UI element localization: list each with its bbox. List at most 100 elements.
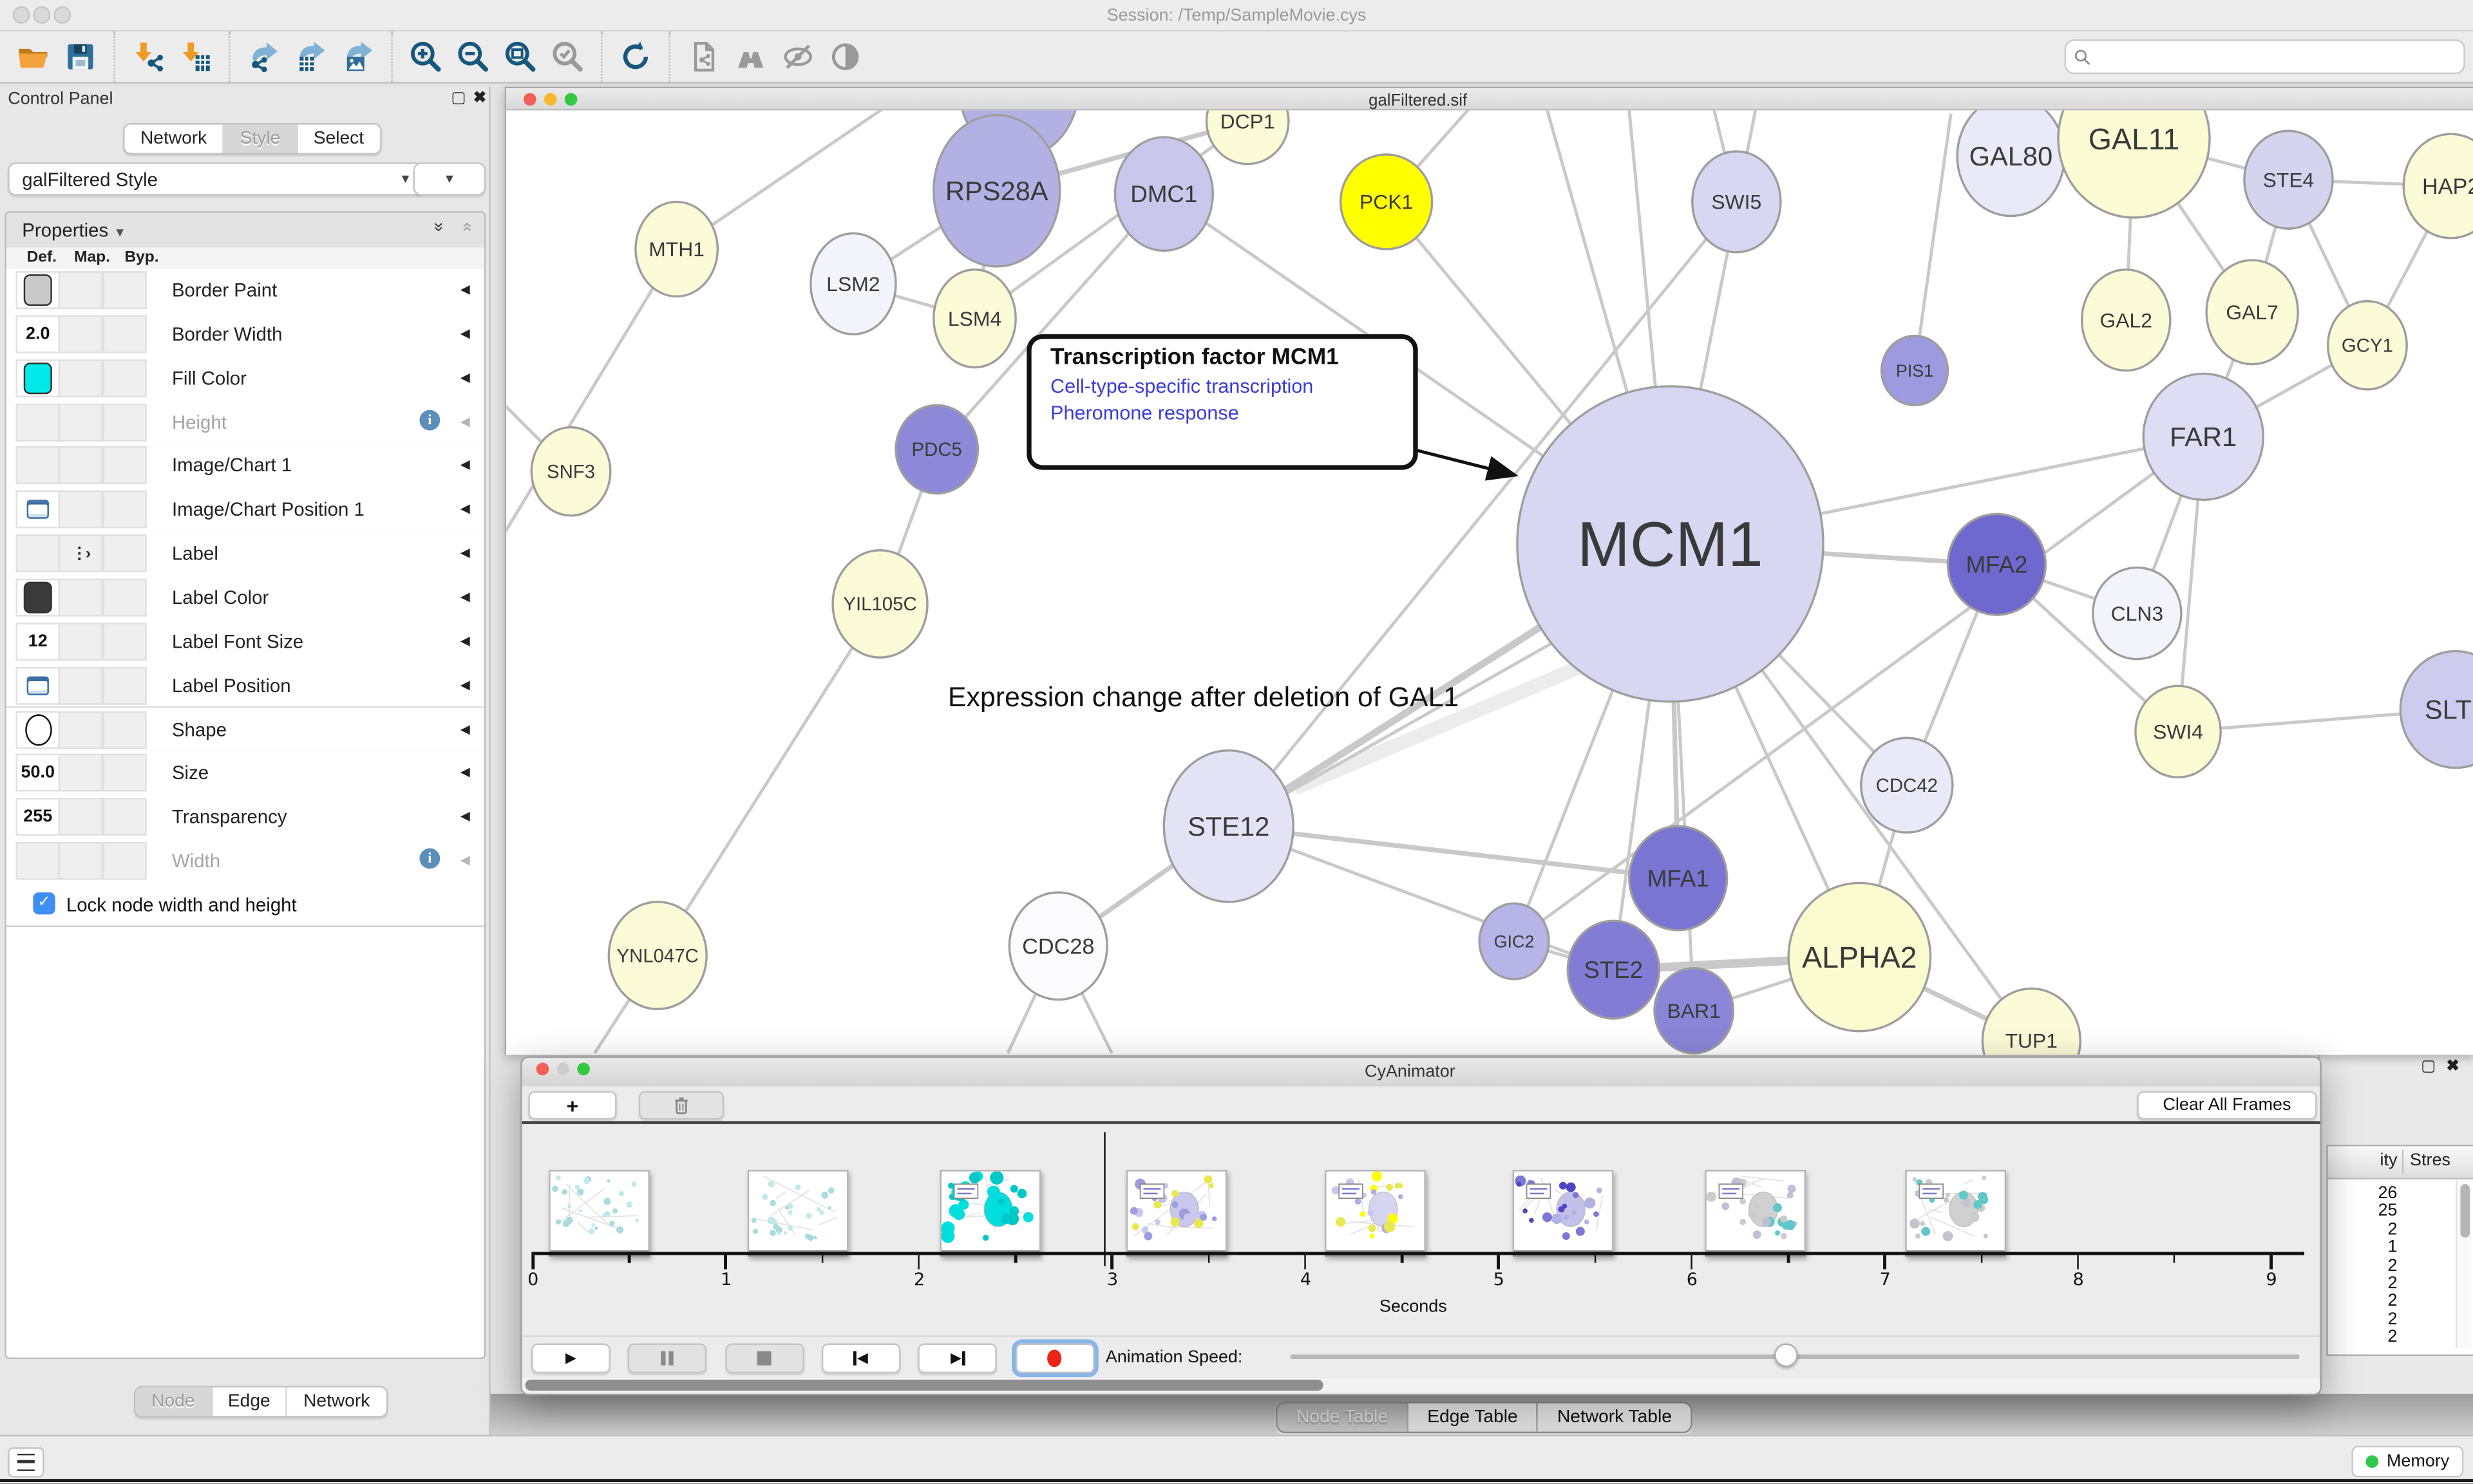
tab-node-table[interactable]: Node Table [1278,1404,1408,1432]
default-value-cell[interactable] [15,579,60,617]
skip-start-button[interactable]: ◀ [822,1344,900,1374]
bypass-cell[interactable] [102,798,147,836]
bypass-cell[interactable] [102,403,147,441]
mapping-cell[interactable] [59,623,103,661]
default-value-cell[interactable] [15,710,60,748]
mapping-cell[interactable] [59,710,103,748]
info-icon[interactable]: i [419,409,440,430]
style-selector[interactable]: galFiltered Style ▼ [8,162,426,195]
tab-node[interactable]: Node [136,1387,213,1416]
mapping-cell[interactable] [59,798,103,836]
export-network-icon[interactable] [240,36,287,77]
minimize-window-icon[interactable] [544,92,557,105]
timeline-playhead[interactable] [1104,1132,1106,1266]
property-row-label-font-size[interactable]: 12Label Font Size◀ [6,619,484,665]
default-value-cell[interactable]: 50.0 [15,754,60,792]
tab-network[interactable]: Network [288,1387,386,1416]
property-row-transparency[interactable]: 255Transparency◀ [6,795,484,841]
property-row-height[interactable]: Heighti◀ [6,400,484,446]
bypass-cell[interactable] [102,447,147,485]
table-scrollbar[interactable] [2456,1181,2471,1348]
find-icon[interactable] [727,36,774,77]
default-value-cell[interactable] [15,491,60,529]
expand-property-icon[interactable]: ◀ [460,809,470,823]
expand-property-icon[interactable]: ◀ [460,458,470,472]
pause-button[interactable] [628,1344,706,1374]
frame-thumbnail-4[interactable] [1325,1170,1426,1257]
close-window-icon[interactable] [524,92,536,105]
network-canvas[interactable]: DCP1RPS28ADMC1PCK1SWI5GAL80GAL11STE4HAP2… [506,110,2473,1055]
property-row-label-position[interactable]: Label Position◀ [6,663,484,709]
property-row-label-color[interactable]: Label Color◀ [6,576,484,621]
expand-property-icon[interactable]: ◀ [460,370,470,384]
open-session-icon[interactable] [10,36,57,77]
default-value-cell[interactable] [15,271,60,309]
property-row-border-width[interactable]: 2.0Border Width◀ [6,312,484,358]
bypass-cell[interactable] [102,710,147,748]
frame-thumbnail-6[interactable] [1705,1170,1806,1257]
maximize-window-icon[interactable] [565,92,578,105]
lock-node-size-checkbox[interactable]: ✓ [33,892,55,914]
expand-property-icon[interactable]: ◀ [460,590,470,604]
property-row-label[interactable]: ⋮›Label◀ [6,532,484,578]
bypass-cell[interactable] [102,534,147,572]
table-column-headers[interactable]: ity Stres [2328,1146,2473,1179]
annotation-box[interactable]: Transcription factor MCM1 Cell-type-spec… [1027,334,1417,470]
mapping-cell[interactable] [59,666,103,704]
bypass-cell[interactable] [102,359,147,397]
export-image-icon[interactable] [334,36,381,77]
mapping-cell[interactable] [59,579,103,617]
bypass-cell[interactable] [102,754,147,792]
expand-property-icon[interactable]: ◀ [460,677,470,691]
tab-style[interactable]: Style [224,124,298,153]
default-value-cell[interactable] [15,842,60,880]
tab-network-table[interactable]: Network Table [1539,1404,1691,1432]
play-button[interactable]: ▶ [531,1344,610,1374]
property-row-width[interactable]: Widthi◀ [6,839,484,885]
tab-edge-table[interactable]: Edge Table [1408,1404,1539,1432]
collapse-all-icon[interactable]: » [457,222,476,232]
default-value-cell[interactable]: 2.0 [15,315,60,353]
default-value-cell[interactable] [15,447,60,485]
memory-button[interactable]: Memory [2352,1446,2463,1478]
mapping-cell[interactable] [59,842,103,880]
mapping-cell[interactable] [59,359,103,397]
close-panel-icon[interactable]: ✖ [2446,1060,2459,1075]
refresh-icon[interactable] [612,36,659,77]
float-panel-icon[interactable]: ▢ [451,91,466,107]
stop-button[interactable] [725,1344,804,1374]
bypass-cell[interactable] [102,579,147,617]
mapping-cell[interactable] [59,754,103,792]
default-value-cell[interactable] [15,666,60,704]
bypass-cell[interactable] [102,315,147,353]
search-input[interactable] [2098,46,2456,68]
save-session-icon[interactable] [57,36,104,77]
property-row-fill-color[interactable]: Fill Color◀ [6,356,484,402]
close-panel-icon[interactable]: ✖ [473,91,487,107]
delete-frame-button[interactable] [639,1091,724,1120]
expand-property-icon[interactable]: ◀ [460,721,470,735]
expand-property-icon[interactable]: ◀ [460,414,470,428]
expand-property-icon[interactable]: ◀ [460,502,470,516]
bypass-cell[interactable] [102,271,147,309]
zoom-in-icon[interactable] [402,36,449,77]
property-row-shape[interactable]: Shape◀ [6,707,484,753]
property-row-border-paint[interactable]: Border Paint◀ [6,268,484,314]
mapping-cell[interactable] [59,491,103,529]
mapping-cell[interactable] [59,447,103,485]
slider-thumb[interactable] [1774,1344,1798,1367]
bypass-cell[interactable] [102,842,147,880]
frame-thumbnail-1[interactable] [748,1170,849,1257]
default-value-cell[interactable] [15,359,60,397]
timeline-scrollbar[interactable] [522,1378,2320,1392]
import-table-icon[interactable] [172,36,219,77]
mapping-cell[interactable]: ⋮› [59,534,103,572]
bypass-cell[interactable] [102,623,147,661]
property-row-image-chart-1[interactable]: Image/Chart 1◀ [6,444,484,489]
expand-property-icon[interactable]: ◀ [460,634,470,648]
show-all-icon[interactable] [822,36,869,77]
float-panel-icon[interactable]: ▢ [2421,1060,2436,1075]
zoom-fit-icon[interactable] [497,36,544,77]
search-box[interactable] [2065,39,2465,74]
clear-all-frames-button[interactable]: Clear All Frames [2137,1091,2317,1120]
